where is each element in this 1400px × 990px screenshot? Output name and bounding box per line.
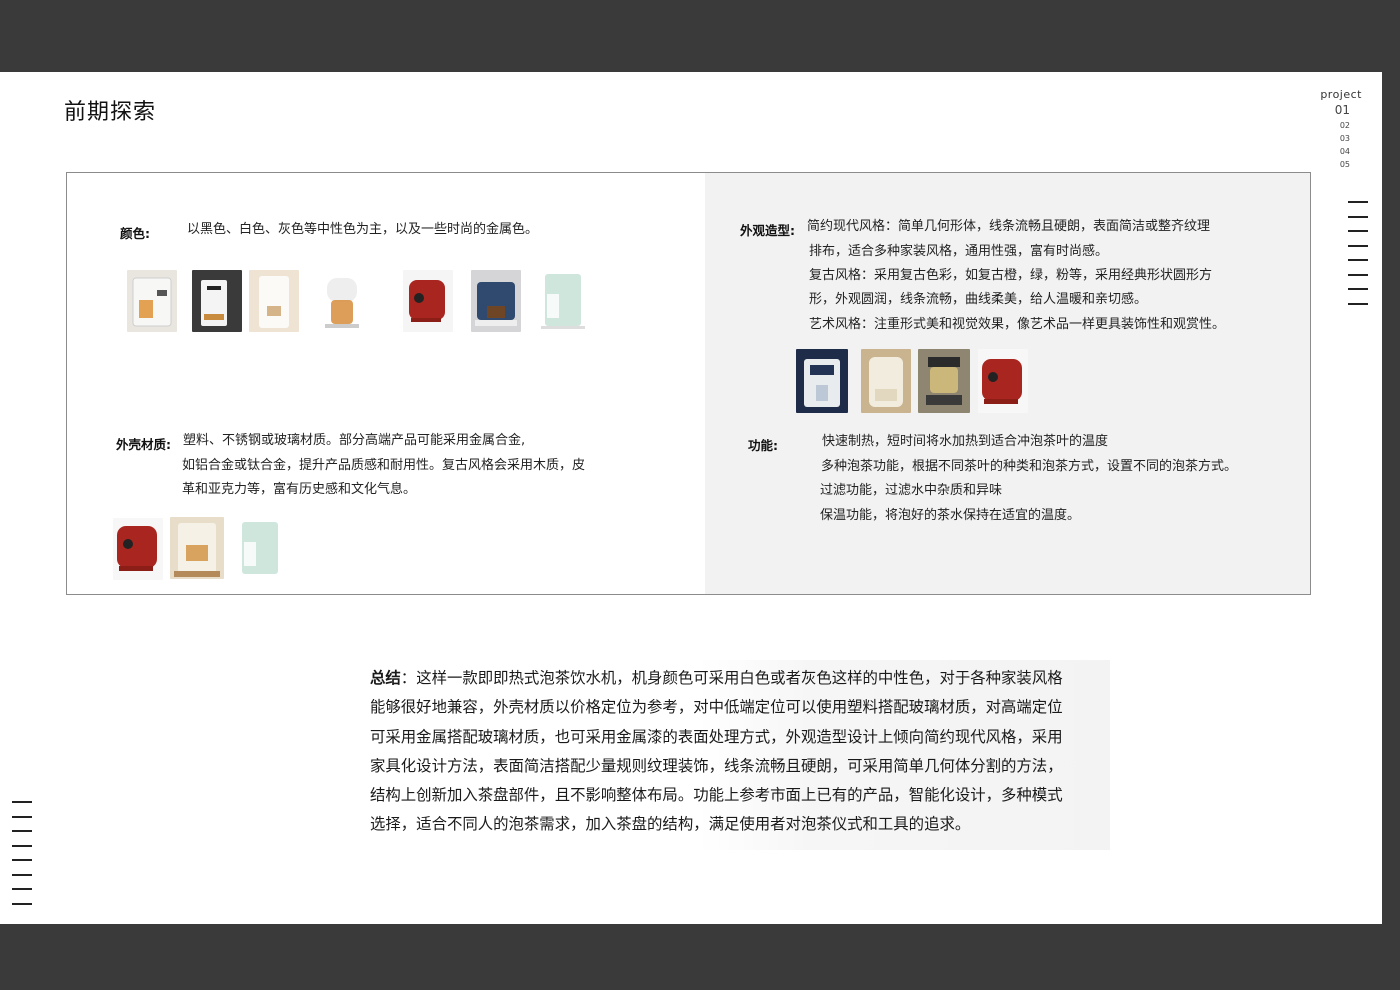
shell-material-line-2: 如铝合金或钛合金，提升产品质感和耐用性。复古风格会采用木质，皮 xyxy=(182,458,586,473)
shape-label: 外观造型: xyxy=(740,223,795,238)
shape-image-red xyxy=(978,349,1028,413)
product-image-cream-dispenser xyxy=(249,270,299,332)
page-title: 前期探索 xyxy=(64,100,157,125)
summary-line-2: 能够很好地兼容，外壳材质以价格定位为参考，对中低端定位可以使用塑料搭配玻璃材质，… xyxy=(370,698,1063,717)
shape-line-4: 形，外观圆润，线条流畅，曲线柔美，给人温暖和亲切感。 xyxy=(809,292,1148,307)
project-nav: project 01 02 03 04 05 xyxy=(1302,88,1362,171)
shape-line-5: 艺术风格：注重形式美和视觉效果，像艺术品一样更具装饰性和观赏性。 xyxy=(809,317,1226,332)
summary-text: 总结：这样一款即即热式泡茶饮水机，机身颜色可采用白色或者灰色这样的中性色，对于各… xyxy=(370,664,1105,840)
summary-line-3: 可采用金属搭配玻璃材质，也可采用金属漆的表面处理方式，外观造型设计上倾向简约现代… xyxy=(370,727,1063,746)
material-image-wood-dispenser xyxy=(170,517,224,579)
shape-line-3: 复古风格：采用复古色彩，如复古橙，绿，粉等，采用经典形状圆形方 xyxy=(809,268,1213,283)
shape-line-1: 简约现代风格：简单几何形体，线条流畅且硬朗，表面简洁或整齐纹理 xyxy=(807,219,1211,234)
shape-line-2: 排布，适合多种家装风格，通用性强，富有时尚感。 xyxy=(809,244,1109,259)
tick-marks-right xyxy=(1348,201,1368,317)
color-text: 以黑色、白色、灰色等中性色为主，以及一些时尚的金属色。 xyxy=(187,222,539,237)
summary-line-4: 家具化设计方法，表面简洁搭配少量规则纹理装饰，线条流畅且硬朗，可采用简单几何体分… xyxy=(370,756,1063,775)
research-panel: 颜色: 以黑色、白色、灰色等中性色为主，以及一些时尚的金属色。 外壳材质: 塑料… xyxy=(66,172,1311,595)
summary-line-6: 选择，适合不同人的泡茶需求，加入茶盘的结构，满足使用者对泡茶仪式和工具的追求。 xyxy=(370,815,971,834)
function-line-4: 保温功能，将泡好的茶水保持在适宜的温度。 xyxy=(820,508,1081,523)
summary-block: 总结：这样一款即即热式泡茶饮水机，机身颜色可采用白色或者灰色这样的中性色，对于各… xyxy=(362,660,1110,850)
summary-line-1: ：这样一款即即热式泡茶饮水机，机身颜色可采用白色或者灰色这样的中性色，对于各种家… xyxy=(400,669,1063,687)
product-image-navy-dispenser xyxy=(471,270,521,332)
shell-material-line-1: 塑料、不锈钢或玻璃材质。部分高端产品可能采用金属合金, xyxy=(183,433,526,448)
function-label: 功能: xyxy=(748,438,778,453)
shape-image-retro xyxy=(861,349,911,413)
shape-image-art xyxy=(918,349,970,413)
color-label: 颜色: xyxy=(120,226,150,241)
function-line-1: 快速制热，短时间将水加热到适合冲泡茶叶的温度 xyxy=(822,434,1109,449)
material-image-red-dispenser xyxy=(113,518,163,580)
material-image-mint-dispenser xyxy=(230,518,290,580)
nav-item-01[interactable]: 01 xyxy=(1302,101,1362,119)
nav-item-03[interactable]: 03 xyxy=(1302,132,1362,145)
function-line-3: 过滤功能，过滤水中杂质和异味 xyxy=(820,483,1003,498)
summary-label: 总结 xyxy=(370,669,401,687)
shape-image-modern xyxy=(796,349,848,413)
nav-item-04[interactable]: 04 xyxy=(1302,145,1362,158)
shell-material-label: 外壳材质: xyxy=(116,437,171,452)
nav-item-02[interactable]: 02 xyxy=(1302,119,1362,132)
summary-line-5: 结构上创新加入茶盘部件，且不影响整体布局。功能上参考市面上已有的产品，智能化设计… xyxy=(370,786,1063,805)
product-image-red-dispenser xyxy=(403,270,453,332)
function-line-2: 多种泡茶功能，根据不同茶叶的种类和泡茶方式，设置不同的泡茶方式。 xyxy=(821,459,1238,474)
product-image-kettle-white xyxy=(313,270,373,332)
product-image-black-bg-dispenser xyxy=(192,270,242,332)
project-label: project xyxy=(1320,88,1362,101)
nav-item-05[interactable]: 05 xyxy=(1302,158,1362,171)
shell-material-line-3: 革和亚克力等，富有历史感和文化气息。 xyxy=(182,482,417,497)
product-image-mint-dispenser xyxy=(533,270,593,332)
product-image-white-dispenser xyxy=(127,270,177,332)
page: 前期探索 project 01 02 03 04 05 颜色: 以黑色、白色、灰… xyxy=(0,72,1382,924)
tick-marks-left xyxy=(12,801,32,917)
